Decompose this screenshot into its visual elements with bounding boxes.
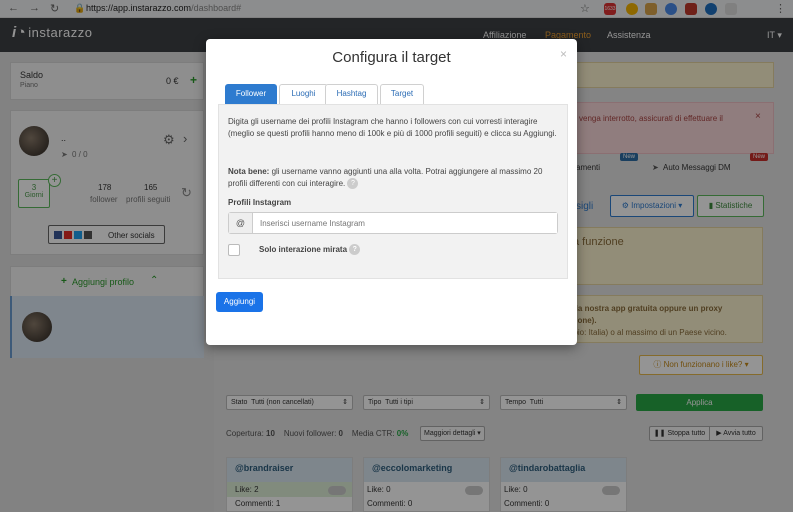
- tab-luoghi[interactable]: Luoghi: [279, 84, 328, 104]
- tab-target[interactable]: Target: [380, 84, 424, 104]
- description-text: Digita gli username dei profili Instagra…: [228, 117, 557, 138]
- at-sign-addon: @: [229, 213, 253, 233]
- tab-panel-follower: Digita gli username dei profili Instagra…: [218, 104, 568, 279]
- close-icon[interactable]: ×: [560, 47, 567, 61]
- solo-interazione-checkbox[interactable]: [228, 244, 240, 256]
- note-body: gli username vanno aggiunti una alla vol…: [228, 167, 543, 188]
- tab-follower[interactable]: Follower: [225, 84, 277, 104]
- instagram-username-input[interactable]: [254, 213, 557, 233]
- configure-target-modal: Configura il target × Follower Luoghi Ha…: [206, 39, 577, 345]
- tab-hashtag[interactable]: Hashtag: [325, 84, 378, 104]
- field-label: Profili Instagram: [228, 198, 292, 207]
- help-icon[interactable]: ?: [347, 178, 359, 190]
- checkbox-label-text: Solo interazione mirata: [259, 245, 348, 254]
- instagram-input-group: @: [228, 212, 558, 234]
- checkbox-label: Solo interazione mirata ?: [259, 244, 361, 256]
- aggiungi-button[interactable]: Aggiungi: [216, 292, 263, 312]
- note-bold: Nota bene:: [228, 167, 270, 176]
- modal-title: Configura il target: [332, 49, 451, 66]
- note-text: Nota bene: gli username vanno aggiunti u…: [228, 166, 558, 190]
- help-icon[interactable]: ?: [349, 244, 361, 256]
